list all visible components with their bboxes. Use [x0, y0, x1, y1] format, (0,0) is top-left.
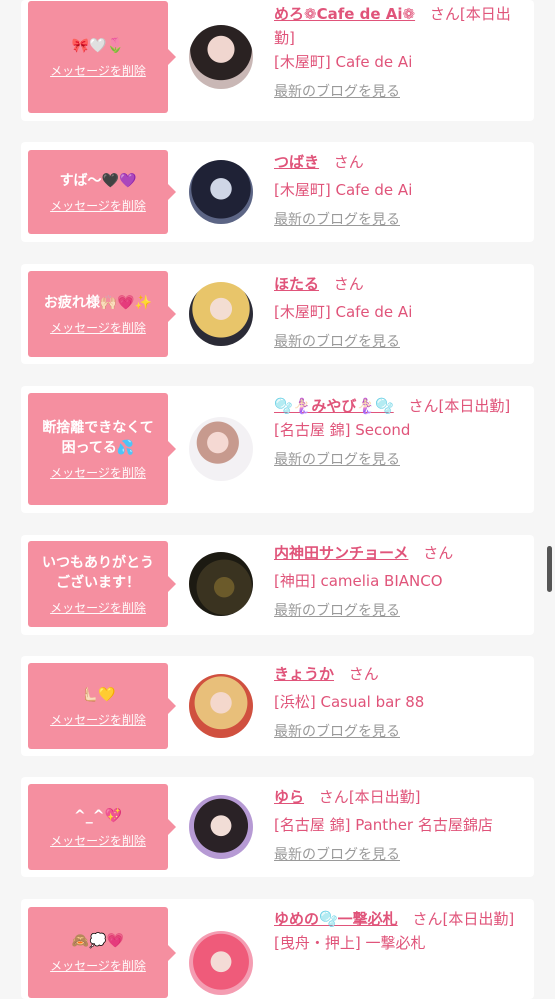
avatar[interactable]: [189, 282, 253, 346]
avatar[interactable]: [189, 417, 253, 481]
cast-name-link[interactable]: 🫧🧜🏻‍♀️みやび🧜🏻‍♀️🫧: [274, 397, 394, 415]
delete-message-link[interactable]: メッセージを削除: [50, 62, 146, 79]
honorific: さん: [348, 665, 379, 683]
message-text: 🫷🏻💛: [80, 686, 116, 703]
honorific: さん: [412, 910, 443, 928]
message-text: お疲れ様🙌🏻💗✨: [43, 294, 153, 311]
honorific: さん: [318, 788, 349, 806]
cast-name-link[interactable]: ゆら: [274, 788, 304, 806]
delete-message-link[interactable]: メッセージを削除: [50, 711, 146, 728]
honorific: さん: [408, 397, 439, 415]
list-item: お疲れ様🙌🏻💗✨ メッセージを削除 ほたる さん [木屋町] Cafe de A…: [21, 264, 534, 364]
message-bubble: 🫷🏻💛 メッセージを削除: [28, 663, 176, 749]
status-badge: [本日出勤]: [348, 788, 421, 806]
avatar[interactable]: [189, 25, 253, 89]
avatar[interactable]: [189, 931, 253, 995]
delete-message-link[interactable]: メッセージを削除: [50, 599, 146, 616]
shop-name: [神田] camelia BIANCO: [274, 572, 443, 590]
honorific: さん: [333, 153, 364, 171]
honorific: さん: [333, 275, 364, 293]
message-text: ^_^💖: [74, 807, 122, 824]
cast-info: ゆめの🫧一撃必札 さん[本日出勤] [曳舟・押上] 一撃必札: [274, 907, 522, 955]
list-item: 🫷🏻💛 メッセージを削除 きょうか さん [浜松] Casual bar 88 …: [21, 656, 534, 756]
list-item: 🎀🤍🌷 メッセージを削除 めろ❁Cafe de Ai❁ さん[本日出勤] [木屋…: [21, 0, 534, 121]
cast-info: 内神田サンチョーメ さん [神田] camelia BIANCO 最新のブログを…: [274, 541, 522, 623]
message-bubble: いつもありがとう ございます！ メッセージを削除: [28, 541, 176, 627]
message-bubble: 断捨離できなくて 困ってる💦 メッセージを削除: [28, 393, 176, 505]
status-badge: [本日出勤]: [442, 910, 515, 928]
shop-name: [浜松] Casual bar 88: [274, 693, 425, 711]
cast-info: ほたる さん [木屋町] Cafe de Ai 最新のブログを見る: [274, 272, 522, 354]
shop-name: [名古屋 錦] Panther 名古屋錦店: [274, 816, 493, 834]
shop-name: [木屋町] Cafe de Ai: [274, 303, 413, 321]
list-item: 断捨離できなくて 困ってる💦 メッセージを削除 🫧🧜🏻‍♀️みやび🧜🏻‍♀️🫧 …: [21, 386, 534, 513]
shop-name: [木屋町] Cafe de Ai: [274, 53, 413, 71]
cast-info: きょうか さん [浜松] Casual bar 88 最新のブログを見る: [274, 662, 522, 744]
message-list: 🎀🤍🌷 メッセージを削除 めろ❁Cafe de Ai❁ さん[本日出勤] [木屋…: [0, 0, 555, 999]
blog-link[interactable]: 最新のブログを見る: [274, 330, 400, 354]
delete-message-link[interactable]: メッセージを削除: [50, 957, 146, 974]
cast-name-link[interactable]: ゆめの🫧一撃必札: [274, 910, 398, 928]
cast-name-link[interactable]: めろ❁Cafe de Ai❁: [274, 5, 415, 23]
message-bubble: 🙈💭💗 メッセージを削除: [28, 907, 176, 998]
blog-link[interactable]: 最新のブログを見る: [274, 599, 400, 623]
cast-name-link[interactable]: ほたる: [274, 275, 319, 293]
list-item: ^_^💖 メッセージを削除 ゆら さん[本日出勤] [名古屋 錦] Panthe…: [21, 777, 534, 877]
blog-link[interactable]: 最新のブログを見る: [274, 208, 400, 232]
blog-link[interactable]: 最新のブログを見る: [274, 843, 400, 867]
message-text: すば〜🖤💜: [59, 172, 137, 189]
avatar[interactable]: [189, 795, 253, 859]
message-text: 断捨離できなくて 困ってる💦: [42, 419, 154, 456]
blog-link[interactable]: 最新のブログを見る: [274, 80, 400, 104]
shop-name: [曳舟・押上] 一撃必札: [274, 934, 426, 952]
message-bubble: すば〜🖤💜 メッセージを削除: [28, 150, 176, 234]
delete-message-link[interactable]: メッセージを削除: [50, 464, 146, 481]
message-bubble: 🎀🤍🌷 メッセージを削除: [28, 1, 176, 113]
cast-info: つばき さん [木屋町] Cafe de Ai 最新のブログを見る: [274, 150, 522, 232]
cast-info: ゆら さん[本日出勤] [名古屋 錦] Panther 名古屋錦店 最新のブログ…: [274, 785, 522, 867]
message-text: 🙈💭💗: [71, 933, 125, 949]
status-badge: [本日出勤]: [438, 397, 511, 415]
cast-info: めろ❁Cafe de Ai❁ さん[本日出勤] [木屋町] Cafe de Ai…: [274, 2, 522, 104]
delete-message-link[interactable]: メッセージを削除: [50, 319, 146, 336]
avatar[interactable]: [189, 160, 253, 224]
message-bubble: お疲れ様🙌🏻💗✨ メッセージを削除: [28, 271, 176, 357]
cast-name-link[interactable]: 内神田サンチョーメ: [274, 544, 408, 562]
avatar[interactable]: [189, 674, 253, 738]
list-item: 🙈💭💗 メッセージを削除 ゆめの🫧一撃必札 さん[本日出勤] [曳舟・押上] 一…: [21, 899, 534, 999]
delete-message-link[interactable]: メッセージを削除: [50, 197, 146, 214]
cast-name-link[interactable]: きょうか: [274, 665, 334, 683]
message-text: 🎀🤍🌷: [71, 37, 125, 54]
avatar[interactable]: [189, 552, 253, 616]
blog-link[interactable]: 最新のブログを見る: [274, 720, 400, 744]
message-text: いつもありがとう ございます！: [42, 554, 154, 591]
message-bubble: ^_^💖 メッセージを削除: [28, 784, 176, 870]
cast-name-link[interactable]: つばき: [274, 153, 319, 171]
shop-name: [名古屋 錦] Second: [274, 421, 411, 439]
shop-name: [木屋町] Cafe de Ai: [274, 181, 413, 199]
list-item: すば〜🖤💜 メッセージを削除 つばき さん [木屋町] Cafe de Ai 最…: [21, 142, 534, 242]
scrollbar[interactable]: [547, 546, 552, 592]
honorific: さん: [429, 5, 460, 23]
cast-info: 🫧🧜🏻‍♀️みやび🧜🏻‍♀️🫧 さん[本日出勤] [名古屋 錦] Second …: [274, 394, 522, 472]
blog-link[interactable]: 最新のブログを見る: [274, 448, 400, 472]
delete-message-link[interactable]: メッセージを削除: [50, 832, 146, 849]
list-item: いつもありがとう ございます！ メッセージを削除 内神田サンチョーメ さん [神…: [21, 535, 534, 635]
honorific: さん: [423, 544, 454, 562]
